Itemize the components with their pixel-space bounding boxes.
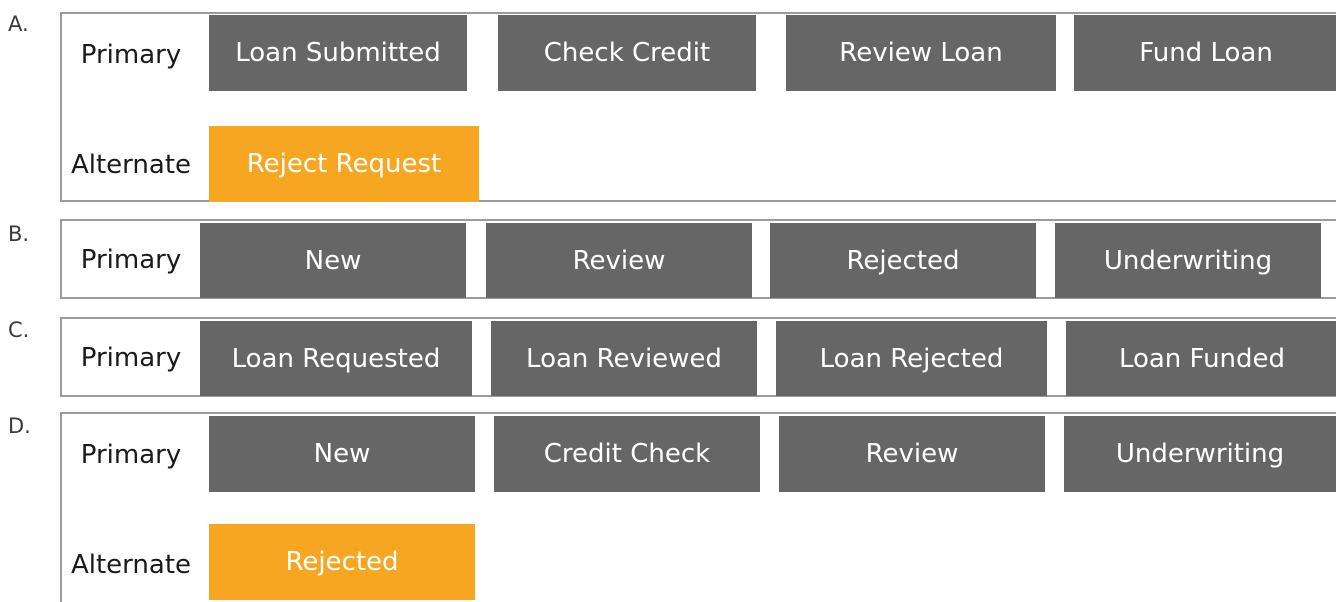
alternate-row-label: Alternate [70,550,192,580]
stage-underwriting: Underwriting [1064,416,1336,492]
stage-loan-requested: Loan Requested [200,321,472,396]
stage-new: New [209,416,475,492]
stage-rejected: Rejected [770,223,1036,298]
stage-loan-rejected: Loan Rejected [776,321,1047,396]
stage-new: New [200,223,466,298]
option-d-panel: Primary New Credit Check Review Underwri… [60,412,1336,602]
stage-loan-submitted: Loan Submitted [209,15,467,91]
stage-review: Review [779,416,1045,492]
option-c-panel: Primary Loan Requested Loan Reviewed Loa… [60,317,1336,397]
primary-row-label: Primary [80,40,182,70]
stage-credit-check: Credit Check [494,416,760,492]
stage-check-credit: Check Credit [498,15,756,91]
option-c-letter: C. [8,318,30,342]
option-d-letter: D. [8,414,31,438]
primary-row-label: Primary [80,245,182,275]
option-b-panel: Primary New Review Rejected Underwriting [60,219,1336,299]
primary-row-label: Primary [80,440,182,470]
option-a-panel: Primary Loan Submitted Check Credit Revi… [60,12,1336,202]
stage-loan-reviewed: Loan Reviewed [491,321,757,396]
stage-rejected: Rejected [209,524,475,600]
primary-row-label: Primary [80,343,182,373]
stage-underwriting: Underwriting [1055,223,1321,298]
stage-reject-request: Reject Request [209,126,479,202]
stage-review: Review [486,223,752,298]
stage-loan-funded: Loan Funded [1066,321,1336,396]
stage-review-loan: Review Loan [786,15,1056,91]
option-b-letter: B. [8,222,30,246]
option-a-letter: A. [8,12,29,36]
alternate-row-label: Alternate [70,150,192,180]
stage-fund-loan: Fund Loan [1074,15,1336,91]
